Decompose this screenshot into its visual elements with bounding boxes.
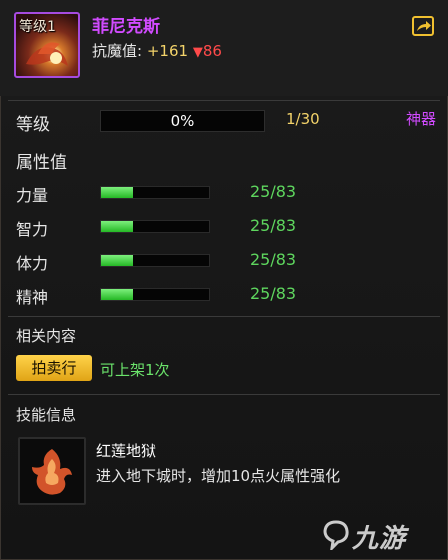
attr-value-vitality: 25/83 (250, 250, 297, 269)
skill-description: 进入地下城时，增加10点火属性强化 (96, 467, 341, 485)
attributes-title: 属性值 (16, 153, 67, 173)
attr-label-strength: 力量 (16, 186, 49, 205)
divider (8, 316, 440, 317)
pet-portrait: 等级1 (14, 12, 80, 78)
level-label: 等级 (16, 115, 50, 135)
attr-fill-vitality (101, 255, 134, 266)
down-triangle-icon: ▼ (192, 45, 203, 60)
related-title: 相关内容 (16, 327, 77, 345)
jiuyou-logo-icon (323, 520, 349, 550)
watermark-text: 九游 (352, 524, 407, 554)
jiuyou-watermark: 九游 (322, 516, 434, 554)
share-arrow-icon (417, 21, 431, 31)
attr-value-intelligence: 25/83 (250, 216, 297, 235)
magic-resist-line: 抗魔值: +161 ▼86 (92, 40, 222, 61)
level-progress-bar: 0% (100, 110, 265, 132)
attr-bar-intelligence (100, 220, 210, 233)
divider (8, 394, 440, 395)
attr-value-spirit: 25/83 (250, 284, 297, 303)
skill-name: 红莲地狱 (96, 442, 157, 460)
attr-bar-spirit (100, 288, 210, 301)
auction-house-button[interactable]: 拍卖行 (16, 355, 92, 381)
rarity-label: 神器 (405, 110, 436, 128)
pet-level-tag: 等级1 (19, 19, 56, 35)
divider (8, 100, 440, 101)
resist-bonus: +161 (146, 42, 189, 60)
resist-label: 抗魔值: (92, 42, 143, 60)
attr-label-intelligence: 智力 (16, 220, 49, 239)
pet-header: 等级1 菲尼克斯 抗魔值: +161 ▼86 (0, 0, 448, 96)
attr-fill-spirit (101, 289, 134, 300)
attr-fill-strength (101, 187, 134, 198)
resist-drop: 86 (202, 42, 222, 60)
level-progress-text: 0% (170, 112, 195, 130)
share-button[interactable] (412, 16, 434, 36)
attr-bar-vitality (100, 254, 210, 267)
attr-value-strength: 25/83 (250, 182, 297, 201)
pet-name: 菲尼克斯 (92, 17, 160, 37)
attr-fill-intelligence (101, 221, 134, 232)
attr-bar-strength (100, 186, 210, 199)
attr-label-vitality: 体力 (16, 254, 49, 273)
level-count: 1/30 (286, 110, 320, 128)
skill-icon-frame[interactable] (18, 437, 86, 505)
phoenix-fire-icon (32, 449, 72, 495)
skills-title: 技能信息 (16, 406, 77, 424)
auction-note: 可上架1次 (100, 361, 170, 379)
attr-label-spirit: 精神 (16, 288, 49, 307)
